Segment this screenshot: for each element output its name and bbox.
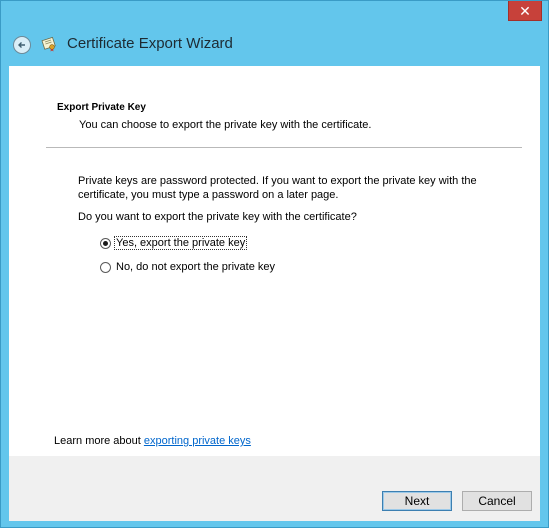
wizard-window: ✕ Certificate Export Wizard Export Priva… [0, 0, 549, 528]
close-icon: ✕ [519, 3, 531, 19]
wizard-header: Certificate Export Wizard [1, 27, 548, 65]
wizard-title: Certificate Export Wizard [67, 35, 233, 52]
radio-button-unchecked[interactable] [100, 261, 111, 273]
next-button[interactable]: Next [382, 491, 452, 511]
cancel-button[interactable]: Cancel [462, 491, 532, 511]
radio-no-export[interactable]: No, do not export the private key [100, 261, 275, 273]
certificate-icon [41, 36, 56, 52]
section-subtitle: You can choose to export the private key… [79, 119, 372, 131]
section-title: Export Private Key [57, 102, 146, 113]
learn-more-prefix: Learn more about [54, 435, 144, 447]
wizard-content: Export Private Key You can choose to exp… [9, 66, 540, 456]
learn-more: Learn more about exporting private keys [54, 435, 251, 447]
question-text: Do you want to export the private key wi… [78, 211, 357, 223]
close-button[interactable]: ✕ [508, 1, 542, 21]
wizard-footer: Next Cancel [9, 456, 540, 521]
separator [46, 147, 522, 148]
radio-yes-label: Yes, export the private key [114, 236, 248, 250]
radio-yes-export[interactable]: Yes, export the private key [100, 236, 248, 250]
radio-button-checked[interactable] [100, 237, 111, 249]
radio-no-label: No, do not export the private key [116, 261, 275, 273]
description-text: Private keys are password protected. If … [78, 175, 477, 201]
back-arrow-icon [18, 42, 25, 48]
exporting-private-keys-link[interactable]: exporting private keys [144, 435, 251, 447]
back-button[interactable] [13, 36, 31, 54]
